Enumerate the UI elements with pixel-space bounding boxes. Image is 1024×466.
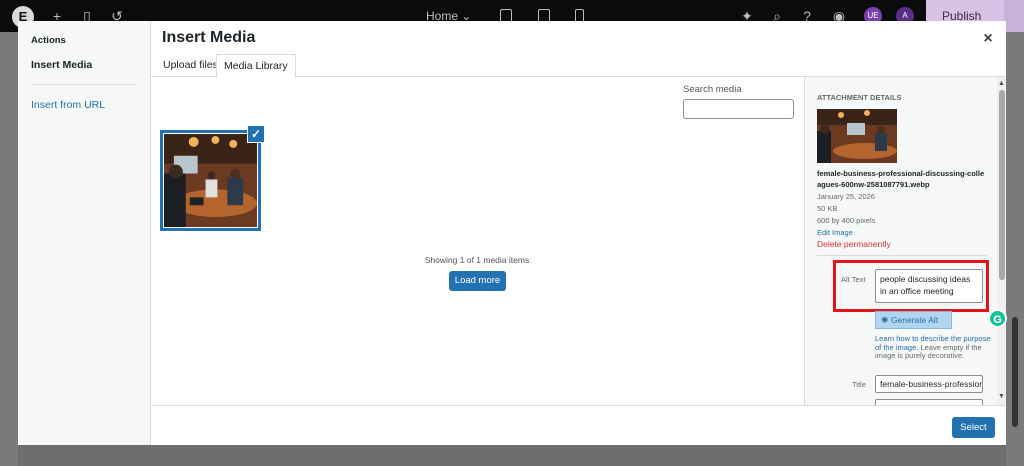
attachment-thumbnail [817, 109, 897, 163]
grammarly-icon[interactable]: G [988, 309, 1007, 328]
sidebar-scrollbar[interactable]: ▲ ▼ [997, 77, 1006, 405]
editor-left-panel [0, 32, 18, 466]
delete-permanently-link[interactable]: Delete permanently [817, 239, 891, 249]
search-input[interactable] [683, 99, 794, 119]
scrollbar-thumb[interactable] [999, 90, 1005, 280]
menu-item-insert-from-url[interactable]: Insert from URL [31, 99, 105, 111]
editor-scrollbar[interactable] [1012, 317, 1018, 427]
ai-sparkle-icon: ✺ [881, 315, 889, 325]
search-label: Search media [683, 84, 742, 95]
checkmark-icon[interactable]: ✓ [247, 125, 265, 143]
attachment-details-panel: Attachment Details female-business-profe… [804, 77, 1006, 405]
tab-media-library[interactable]: Media Library [216, 54, 296, 78]
insert-media-modal: Actions Insert Media Insert from URL Ins… [18, 21, 1007, 445]
attachment-dimensions: 600 by 400 pixels [817, 216, 876, 225]
generate-alt-button[interactable]: ✺ Generate Alt [875, 311, 952, 329]
attachment-details-heading: Attachment Details [817, 93, 902, 102]
modal-footer: Select [151, 405, 1006, 445]
scroll-down-icon[interactable]: ▼ [998, 393, 1005, 400]
load-more-button[interactable]: Load more [449, 271, 506, 291]
media-item-thumbnail[interactable] [160, 130, 261, 231]
tab-upload-files[interactable]: Upload files [156, 54, 225, 78]
select-button[interactable]: Select [952, 417, 995, 438]
modal-title: Insert Media [162, 29, 256, 46]
highlight-annotation [833, 260, 989, 312]
title-label: Title [852, 380, 866, 389]
title-field[interactable]: female-business-professional-discussing [875, 375, 983, 393]
media-menu: Actions Insert Media Insert from URL [18, 21, 151, 445]
attachment-date: January 25, 2026 [817, 192, 875, 201]
showing-count: Showing 1 of 1 media items [424, 255, 530, 265]
media-tabs: Upload files Media Library [151, 54, 1006, 78]
editor-right-panel [1006, 32, 1024, 466]
details-separator [817, 255, 987, 256]
meeting-photo-icon [164, 134, 257, 227]
attachment-filename: female-business-professional-discussing-… [817, 169, 985, 189]
menu-heading: Actions [31, 35, 66, 46]
chevron-down-icon[interactable] [1004, 0, 1024, 32]
media-browser: Search media ✓ Showing 1 of 1 media item… [151, 77, 803, 405]
scroll-up-icon[interactable]: ▲ [998, 80, 1005, 87]
attachment-file-size: 50 KB [817, 204, 838, 213]
alt-help-text: Learn how to describe the purpose of the… [875, 334, 993, 361]
generate-alt-label: Generate Alt [890, 315, 939, 325]
menu-separator [31, 84, 137, 85]
menu-item-insert-media[interactable]: Insert Media [31, 59, 92, 71]
edit-image-link[interactable]: Edit Image [817, 228, 853, 237]
close-icon[interactable]: × [978, 29, 998, 49]
